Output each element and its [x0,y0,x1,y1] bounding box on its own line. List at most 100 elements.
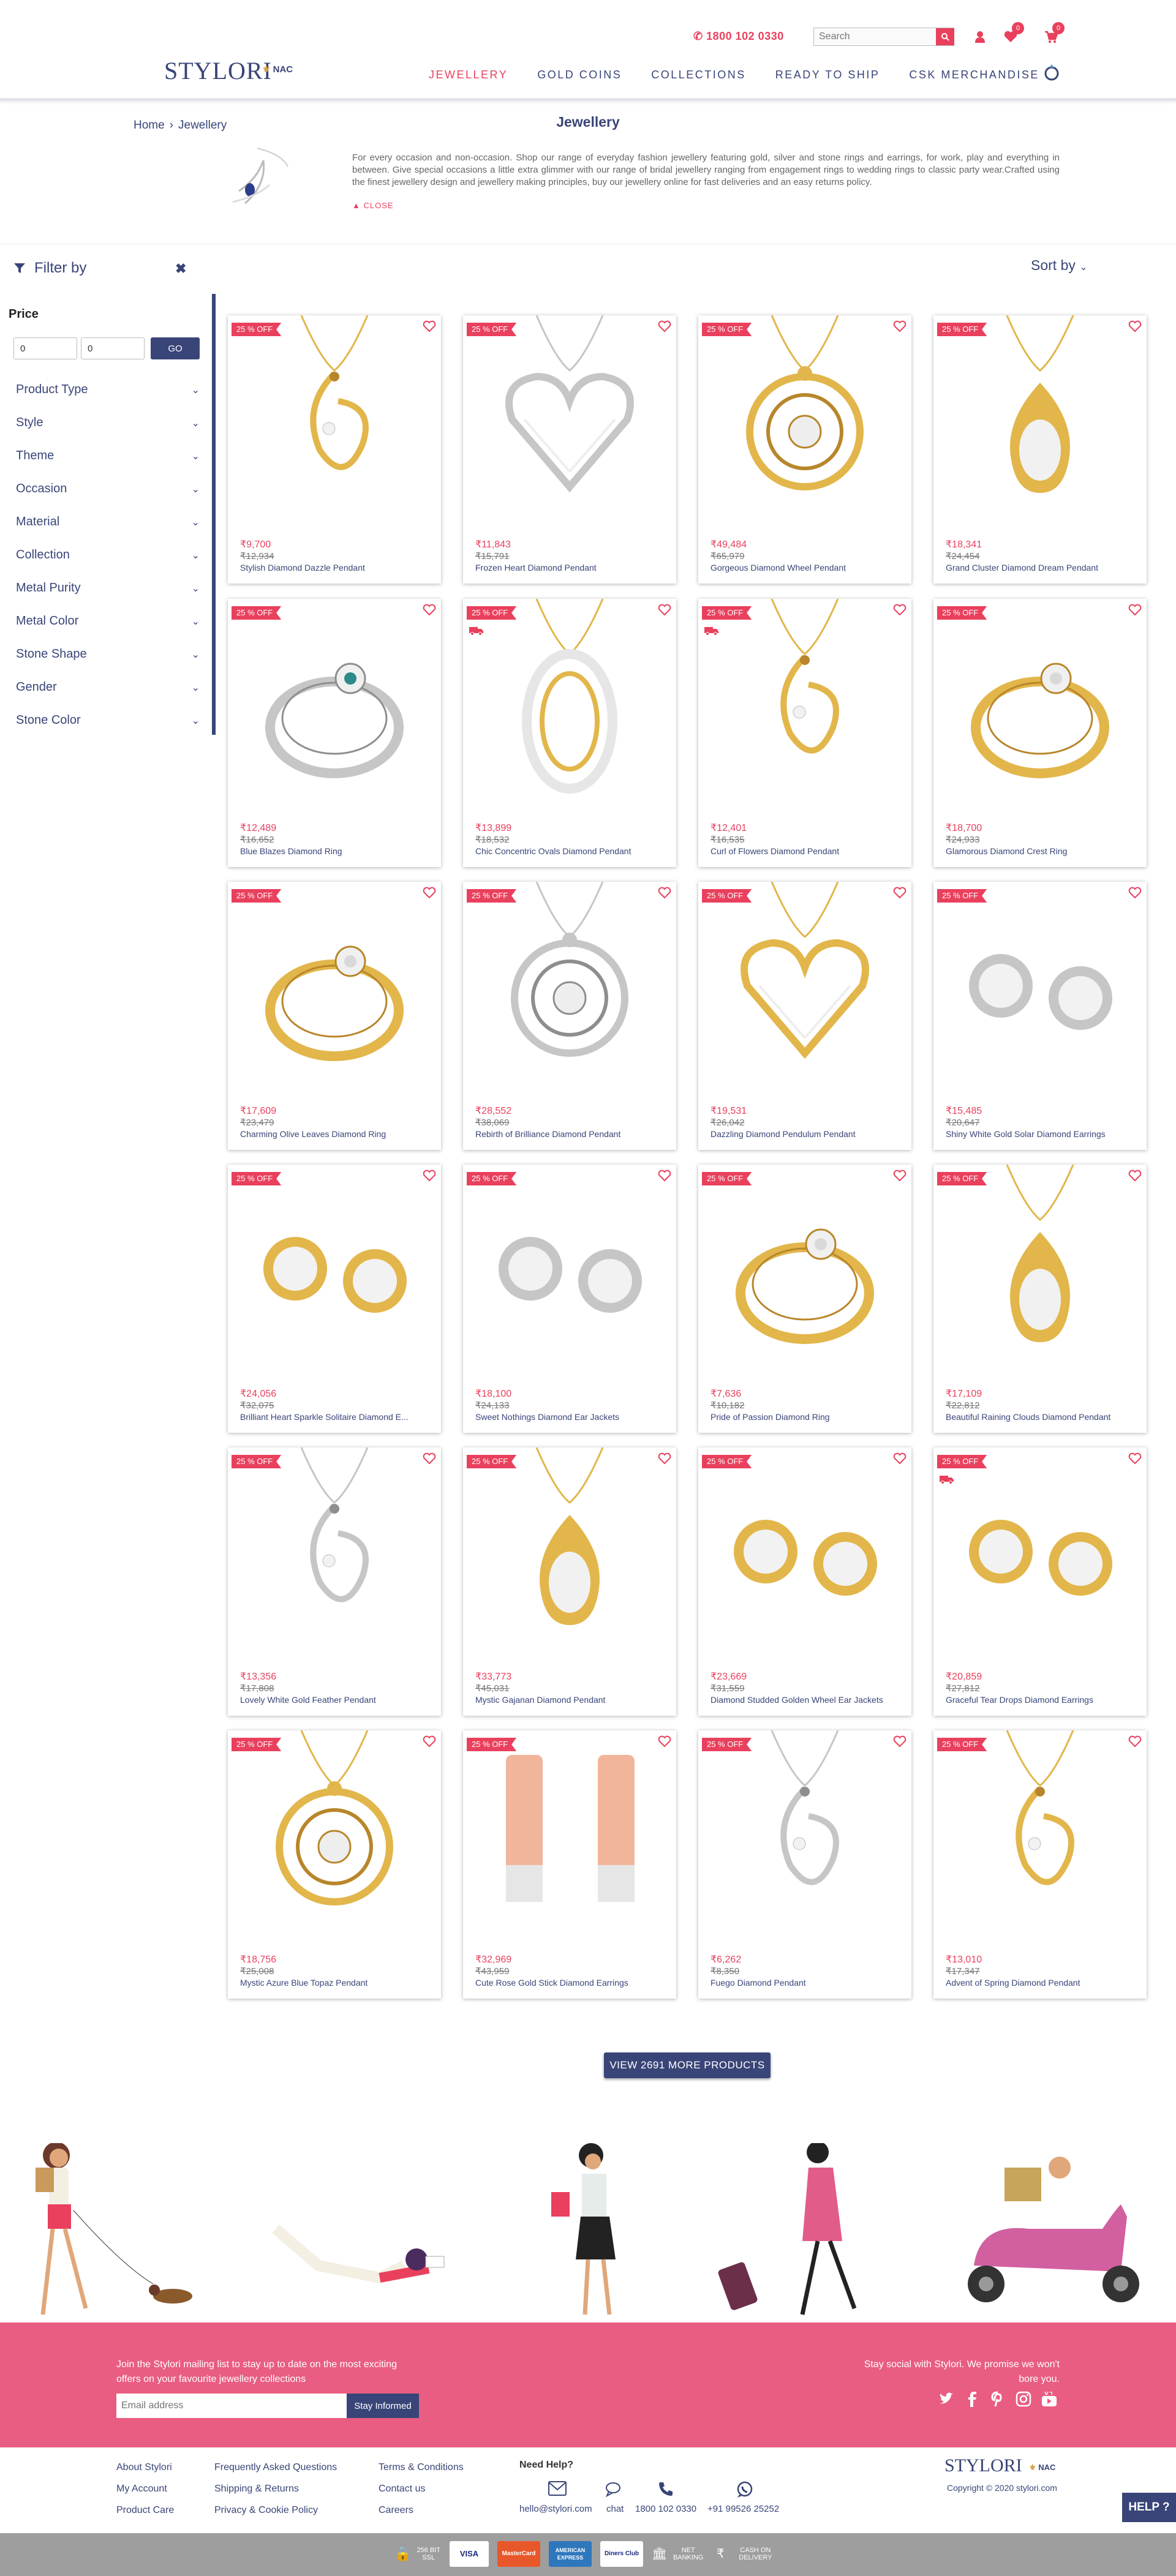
product-image[interactable] [463,882,676,1096]
product-card[interactable]: 25 % OFF ₹13,356 ₹17,808 Lovely White Gold … [228,1448,441,1716]
product-image[interactable] [933,1730,1147,1945]
wishlist-heart-icon[interactable] [658,320,671,332]
sort-by-dropdown[interactable]: Sort by ⌄ [1031,257,1088,274]
product-card[interactable]: 25 % OFF ₹11,843 ₹15,791 Frozen Heart Diamo… [463,315,676,584]
product-image[interactable] [933,1448,1147,1662]
wishlist-heart-icon[interactable] [658,1735,671,1748]
price-max-input[interactable] [81,337,145,359]
nav-ready-to-ship[interactable]: READY TO SHIP [775,69,880,81]
contact-phone[interactable]: 1800 102 0330 [635,2504,696,2514]
footer-terms[interactable]: Terms & Conditions [379,2462,464,2473]
price-go-button[interactable]: GO [151,337,200,359]
filter-material[interactable]: Material ⌄ [16,515,200,529]
account-button[interactable] [970,27,990,47]
product-name[interactable]: Pride of Passion Diamond Ring [710,1412,907,1422]
product-image[interactable] [228,599,441,813]
ring-icon[interactable] [1044,64,1060,81]
product-name[interactable]: Beautiful Raining Clouds Diamond Pendant [946,1412,1142,1422]
close-description-link[interactable]: ▲ CLOSE [352,201,394,210]
filter-header[interactable]: Filter by [13,260,86,277]
instagram-icon[interactable] [1016,2391,1031,2407]
wishlist-heart-icon[interactable] [423,1735,436,1748]
wishlist-heart-icon[interactable] [658,887,671,899]
footer-shipping[interactable]: Shipping & Returns [214,2484,299,2495]
product-card[interactable]: 25 % OFF ₹13,010 ₹17,347 Advent of Spring D… [933,1730,1147,1999]
wishlist-heart-icon[interactable] [893,1735,907,1748]
filter-theme[interactable]: Theme ⌄ [16,449,200,463]
filter-product-type[interactable]: Product Type ⌄ [16,383,200,397]
filter-stone-shape[interactable]: Stone Shape ⌄ [16,647,200,661]
chat-icon[interactable] [605,2481,624,2497]
help-button[interactable]: HELP ? [1122,2493,1176,2522]
price-min-input[interactable] [13,337,77,359]
wishlist-heart-icon[interactable] [893,1170,907,1182]
product-name[interactable]: Rebirth of Brilliance Diamond Pendant [475,1129,671,1139]
product-image[interactable] [228,1448,441,1662]
product-name[interactable]: Fuego Diamond Pendant [710,1978,907,1988]
product-name[interactable]: Grand Cluster Diamond Dream Pendant [946,563,1142,573]
product-name[interactable]: Graceful Tear Drops Diamond Earrings [946,1695,1142,1705]
product-image[interactable] [463,315,676,530]
footer-stylori-logo[interactable]: STYLORI [944,2455,1022,2476]
facebook-icon[interactable] [964,2391,980,2407]
product-image[interactable] [228,1165,441,1379]
product-image[interactable] [933,315,1147,530]
product-card[interactable]: 25 % OFF ₹23,669 ₹31,559 Diamond Studded Go… [698,1448,911,1716]
stay-informed-button[interactable]: Stay Informed [347,2394,419,2418]
whatsapp-icon[interactable] [736,2481,753,2498]
product-card[interactable]: 25 % OFF ₹32,969 ₹43,959 Cute Rose Gold Sti… [463,1730,676,1999]
product-image[interactable] [228,1730,441,1945]
product-image[interactable] [698,1165,911,1379]
wishlist-heart-icon[interactable] [1128,604,1142,616]
wishlist-heart-icon[interactable] [893,604,907,616]
filter-metal-purity[interactable]: Metal Purity ⌄ [16,581,200,595]
nav-jewellery[interactable]: JEWELLERY [429,69,508,81]
footer-faq[interactable]: Frequently Asked Questions [214,2462,337,2473]
product-name[interactable]: Blue Blazes Diamond Ring [240,846,436,856]
product-card[interactable]: 25 % OFF ₹28,552 ₹38,069 Rebirth of Brillia… [463,882,676,1150]
product-image[interactable] [698,315,911,530]
footer-about[interactable]: About Stylori [116,2462,172,2473]
wishlist-heart-icon[interactable] [423,604,436,616]
product-image[interactable] [463,599,676,813]
contact-email[interactable]: hello@stylori.com [519,2504,592,2514]
product-card[interactable]: 25 % OFF ₹15,485 ₹20,647 Shiny White Gold S… [933,882,1147,1150]
mail-icon[interactable] [548,2481,567,2496]
wishlist-heart-icon[interactable] [423,1170,436,1182]
footer-product-care[interactable]: Product Care [116,2505,174,2516]
wishlist-heart-icon[interactable] [893,1452,907,1465]
product-image[interactable] [228,882,441,1096]
product-name[interactable]: Dazzling Diamond Pendulum Pendant [710,1129,907,1139]
product-name[interactable]: Charming Olive Leaves Diamond Ring [240,1129,436,1139]
filter-occasion[interactable]: Occasion ⌄ [16,482,200,496]
product-card[interactable]: 25 % OFF ₹18,341 ₹24,454 Grand Cluster Diam… [933,315,1147,584]
product-card[interactable]: 25 % OFF ₹18,700 ₹24,933 Glamorous Diamond … [933,599,1147,867]
product-card[interactable]: 25 % OFF ₹18,756 ₹25,008 Mystic Azure Blue … [228,1730,441,1999]
product-card[interactable]: 25 % OFF ₹17,609 ₹23,479 Charming Olive Lea… [228,882,441,1150]
product-name[interactable]: Lovely White Gold Feather Pendant [240,1695,436,1705]
product-image[interactable] [463,1165,676,1379]
wishlist-heart-icon[interactable] [1128,887,1142,899]
product-image[interactable] [463,1448,676,1662]
product-name[interactable]: Diamond Studded Golden Wheel Ear Jackets [710,1695,907,1705]
wishlist-heart-icon[interactable] [423,887,436,899]
pinterest-icon[interactable] [990,2391,1006,2407]
product-name[interactable]: Gorgeous Diamond Wheel Pendant [710,563,907,573]
product-image[interactable] [698,1730,911,1945]
product-image[interactable] [228,315,441,530]
product-card[interactable]: 25 % OFF ₹12,489 ₹16,652 Blue Blazes Diamon… [228,599,441,867]
product-card[interactable]: 25 % OFF ₹49,484 ₹65,979 Gorgeous Diamond W… [698,315,911,584]
filter-collection[interactable]: Collection ⌄ [16,548,200,562]
wishlist-heart-icon[interactable] [1128,1452,1142,1465]
product-card[interactable]: 25 % OFF ₹33,773 ₹45,031 Mystic Gajanan Dia… [463,1448,676,1716]
product-image[interactable] [933,1165,1147,1379]
phone-icon[interactable] [658,2481,674,2497]
product-name[interactable]: Cute Rose Gold Stick Diamond Earrings [475,1978,671,1988]
product-card[interactable]: 25 % OFF ₹13,899 ₹18,532 Chic Concentric Ov… [463,599,676,867]
wishlist-heart-icon[interactable] [658,1452,671,1465]
wishlist-heart-icon[interactable] [1128,320,1142,332]
footer-privacy[interactable]: Privacy & Cookie Policy [214,2505,318,2516]
footer-contact[interactable]: Contact us [379,2484,425,2495]
product-name[interactable]: Sweet Nothings Diamond Ear Jackets [475,1412,671,1422]
cart-button[interactable]: 0 [1041,22,1065,47]
